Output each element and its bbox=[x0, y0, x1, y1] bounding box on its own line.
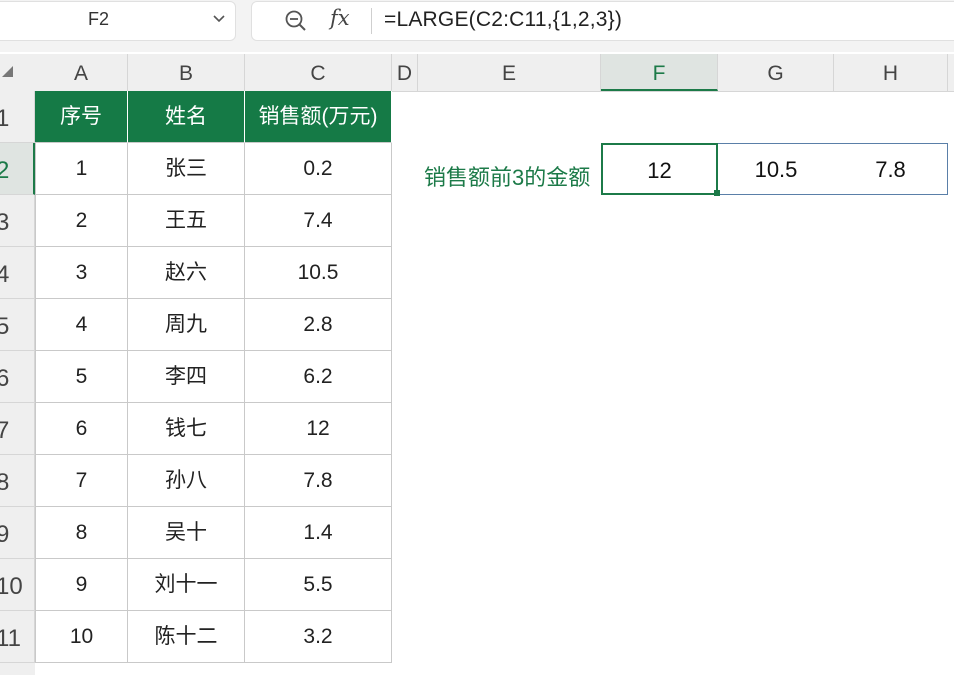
table-cell-sales[interactable]: 1.4 bbox=[245, 507, 392, 559]
table-cell-sales[interactable]: 2.8 bbox=[245, 299, 392, 351]
column-header-h[interactable]: H bbox=[834, 54, 948, 91]
zoom-out-icon[interactable] bbox=[284, 9, 308, 33]
table-cell-name[interactable]: 赵六 bbox=[128, 247, 245, 299]
table-cell-sales[interactable]: 0.2 bbox=[245, 143, 392, 195]
cell-G2-result[interactable]: 10.5 bbox=[718, 143, 834, 195]
column-header-g[interactable]: G bbox=[718, 54, 834, 91]
table-cell-sales[interactable]: 12 bbox=[245, 403, 392, 455]
table-cell-name[interactable]: 周九 bbox=[128, 299, 245, 351]
cell-H2-result[interactable]: 7.8 bbox=[834, 143, 948, 195]
fx-icon[interactable]: fx bbox=[330, 6, 350, 30]
name-box-value: F2 bbox=[88, 9, 110, 29]
cell-F2-result[interactable]: 12 bbox=[601, 143, 718, 195]
table-cell-sales[interactable]: 6.2 bbox=[245, 351, 392, 403]
table-cell-sales[interactable]: 3.2 bbox=[245, 611, 392, 663]
table-cell-name[interactable]: 陈十二 bbox=[128, 611, 245, 663]
table-cell-name[interactable]: 李四 bbox=[128, 351, 245, 403]
table-cell-name[interactable]: 孙八 bbox=[128, 455, 245, 507]
table-cell-seq[interactable]: 4 bbox=[35, 299, 128, 351]
table-cell-sales[interactable]: 10.5 bbox=[245, 247, 392, 299]
table-cell-seq[interactable]: 5 bbox=[35, 351, 128, 403]
name-box[interactable] bbox=[0, 1, 236, 41]
table-cell-seq[interactable]: 6 bbox=[35, 403, 128, 455]
table-cell-seq[interactable]: 7 bbox=[35, 455, 128, 507]
column-header-a[interactable]: A bbox=[35, 54, 128, 91]
select-all-icon[interactable] bbox=[2, 66, 13, 77]
table-cell-seq[interactable]: 9 bbox=[35, 559, 128, 611]
column-header-e[interactable]: E bbox=[418, 54, 601, 91]
table-cell-seq[interactable]: 8 bbox=[35, 507, 128, 559]
column-header-f[interactable]: F bbox=[601, 54, 718, 91]
row-header-7[interactable]: 7 bbox=[0, 403, 35, 455]
fill-handle[interactable] bbox=[714, 190, 720, 196]
row-header-2[interactable]: 2 bbox=[0, 143, 35, 195]
table-cell-name[interactable]: 刘十一 bbox=[128, 559, 245, 611]
row-header-4[interactable]: 4 bbox=[0, 247, 35, 299]
table-cell-seq[interactable]: 1 bbox=[35, 143, 128, 195]
table-cell-sales[interactable]: 7.4 bbox=[245, 195, 392, 247]
column-header-c[interactable]: C bbox=[245, 54, 392, 91]
table-header-seq[interactable]: 序号 bbox=[35, 91, 128, 143]
top3-label: 销售额前3的金额 bbox=[424, 165, 591, 190]
row-header-3[interactable]: 3 bbox=[0, 195, 35, 247]
row-header-9[interactable]: 9 bbox=[0, 507, 35, 559]
row-header-8[interactable]: 8 bbox=[0, 455, 35, 507]
chevron-down-icon[interactable] bbox=[212, 9, 226, 29]
table-cell-name[interactable]: 吴十 bbox=[128, 507, 245, 559]
column-header-b[interactable]: B bbox=[128, 54, 245, 91]
table-header-sales[interactable]: 销售额(万元) bbox=[245, 91, 392, 143]
table-cell-name[interactable]: 钱七 bbox=[128, 403, 245, 455]
row-header-5[interactable]: 5 bbox=[0, 299, 35, 351]
row-header-10[interactable]: 10 bbox=[0, 559, 35, 611]
row-header-11[interactable]: 11 bbox=[0, 611, 35, 663]
table-cell-seq[interactable]: 3 bbox=[35, 247, 128, 299]
table-cell-name[interactable]: 张三 bbox=[128, 143, 245, 195]
table-cell-seq[interactable]: 10 bbox=[35, 611, 128, 663]
row-header-1[interactable]: 1 bbox=[0, 91, 35, 143]
formula-text[interactable]: =LARGE(C2:C11,{1,2,3}) bbox=[384, 8, 622, 32]
table-cell-sales[interactable]: 5.5 bbox=[245, 559, 392, 611]
table-cell-name[interactable]: 王五 bbox=[128, 195, 245, 247]
table-header-name[interactable]: 姓名 bbox=[128, 91, 245, 143]
table-cell-sales[interactable]: 7.8 bbox=[245, 455, 392, 507]
row-header-6[interactable]: 6 bbox=[0, 351, 35, 403]
column-header-d[interactable]: D bbox=[392, 54, 418, 91]
table-cell-seq[interactable]: 2 bbox=[35, 195, 128, 247]
formula-separator bbox=[371, 8, 372, 34]
